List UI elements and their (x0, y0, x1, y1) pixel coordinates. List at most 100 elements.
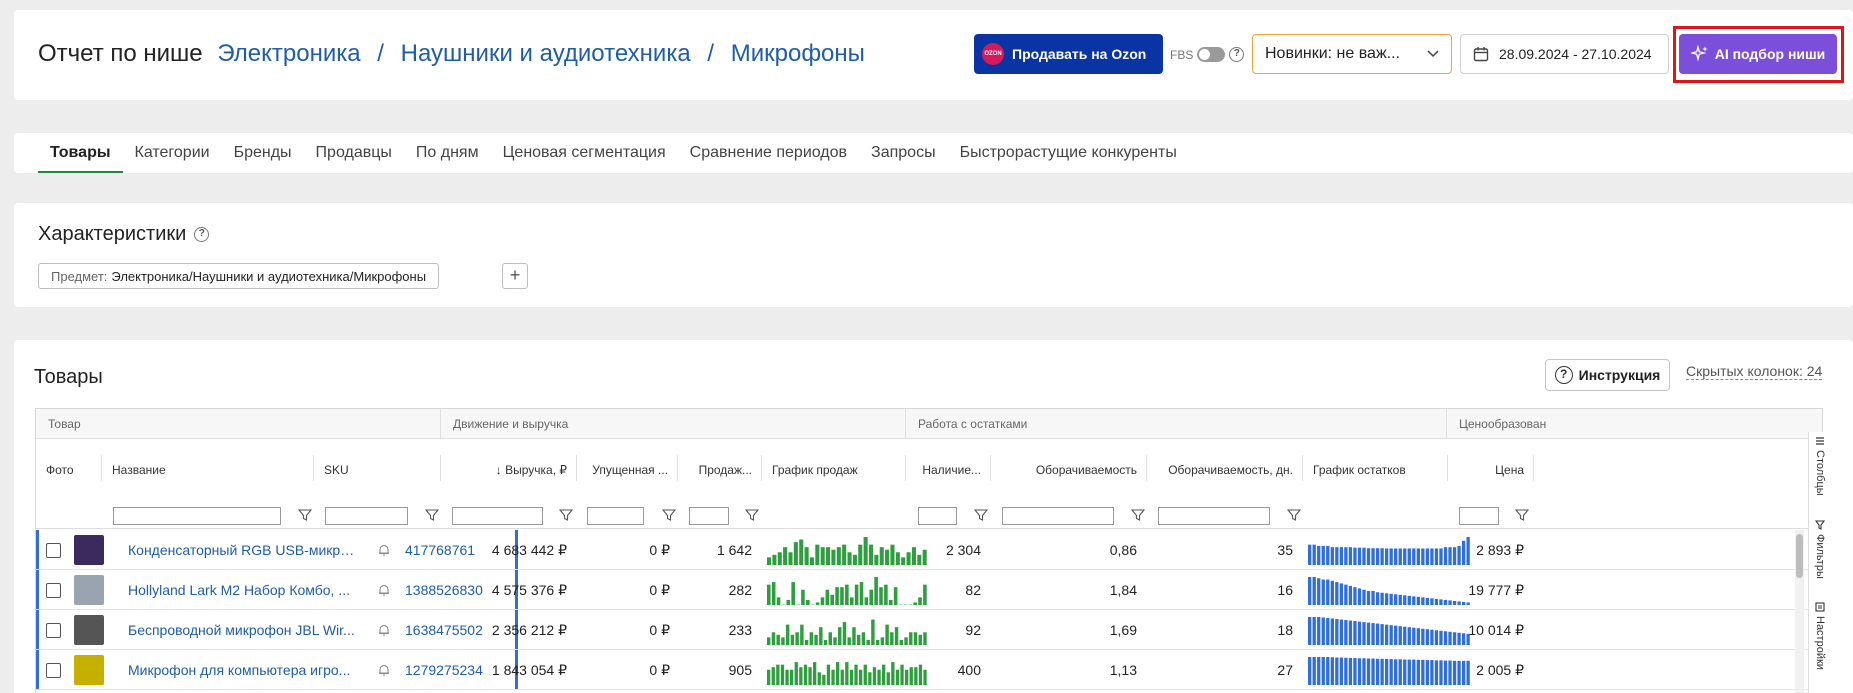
product-name-link[interactable]: Hollyland Lark M2 Набор Комбо, ... (128, 582, 358, 598)
bell-icon[interactable] (377, 583, 391, 597)
filter-chip-subject[interactable]: Предмет: Электроника/Наушники и аудиотех… (38, 263, 440, 289)
lost-revenue-value: 0 ₽ (649, 622, 670, 638)
instruction-button[interactable]: ? Инструкция (1545, 359, 1670, 391)
filter-icon[interactable] (1287, 508, 1301, 522)
scrollbar-thumb[interactable] (1796, 534, 1803, 578)
chart-bar (1403, 548, 1407, 565)
tab-5[interactable]: Ценовая сегментация (491, 133, 678, 173)
sku-link[interactable]: 1388526830 (405, 582, 483, 598)
chart-bar (771, 632, 776, 645)
column-filter-input[interactable] (1459, 507, 1499, 525)
tab-8[interactable]: Быстрорастущие конкуренты (948, 133, 1189, 173)
product-name-link[interactable]: Конденсаторный RGB USB-микро... (128, 542, 358, 558)
column-filter-input[interactable] (1002, 507, 1114, 525)
column-header[interactable]: График остатков (1303, 439, 1448, 501)
row-checkbox[interactable] (46, 543, 61, 558)
tab-7[interactable]: Запросы (859, 133, 948, 173)
product-photo[interactable] (74, 615, 104, 645)
product-name-link[interactable]: Микрофон для компьютера игро... (128, 662, 358, 678)
chart-bar (1362, 622, 1366, 645)
chart-bar (1308, 544, 1312, 565)
sell-on-ozon-button[interactable]: OZON Продавать на Ozon (974, 34, 1163, 74)
chart-bar (1425, 629, 1430, 645)
sku-link[interactable]: 417768761 (405, 542, 475, 558)
tab-4[interactable]: По дням (404, 133, 491, 173)
filter-icon[interactable] (298, 508, 312, 522)
chart-bar (1466, 602, 1470, 605)
filter-icon[interactable] (1131, 508, 1145, 522)
product-photo[interactable] (74, 575, 104, 605)
table-row[interactable]: Конденсаторный RGB USB-микро... 417768761… (36, 530, 1822, 570)
column-header[interactable]: Наличие... (906, 439, 991, 501)
table-row[interactable]: Микрофон для компьютера игро... 127927523… (36, 650, 1822, 690)
date-range-picker[interactable]: 28.09.2024 - 27.10.2024 (1460, 34, 1669, 74)
column-header[interactable]: Упущенная ... (577, 439, 678, 501)
chart-bar (1384, 548, 1389, 565)
row-checkbox[interactable] (46, 623, 61, 638)
breadcrumb-microphones[interactable]: Микрофоны (731, 40, 865, 67)
column-filter-input[interactable] (587, 507, 644, 525)
sku-link[interactable]: 1279275234 (405, 662, 483, 678)
chart-bar (918, 597, 922, 605)
chart-bar (814, 634, 818, 645)
column-header[interactable]: Оборачиваемость, дн. (1147, 439, 1303, 501)
tab-3[interactable]: Продавцы (304, 133, 404, 173)
chart-bar (825, 589, 830, 605)
column-filter-input[interactable] (689, 507, 729, 525)
tab-2[interactable]: Бренды (222, 133, 304, 173)
column-header[interactable]: Продаж... (678, 439, 762, 501)
filter-icon[interactable] (1515, 508, 1529, 522)
column-filter-input[interactable] (113, 507, 281, 525)
tab-6[interactable]: Сравнение периодов (678, 133, 859, 173)
filter-icon[interactable] (745, 508, 759, 522)
table-scrollbar[interactable] (1795, 530, 1804, 693)
add-characteristic-button[interactable]: + (502, 263, 528, 289)
tab-1[interactable]: Категории (123, 133, 222, 173)
bell-icon[interactable] (377, 623, 391, 637)
column-header[interactable]: Оборачиваемость (991, 439, 1147, 501)
breadcrumb-headphones[interactable]: Наушники и аудиотехника (401, 40, 691, 67)
row-checkbox[interactable] (46, 583, 61, 598)
chart-bar (845, 662, 849, 685)
help-icon[interactable]: ? (1229, 47, 1245, 62)
column-filter-input[interactable] (1158, 507, 1270, 525)
novelty-select[interactable]: Новинки: не важ... (1252, 34, 1452, 74)
filters-rail-button[interactable]: Фильтры (1809, 520, 1831, 579)
bell-icon[interactable] (377, 663, 391, 677)
product-name-link[interactable]: Беспроводной микрофон JBL Wir... (128, 622, 358, 638)
settings-rail-button[interactable]: Настройки (1809, 602, 1831, 670)
product-photo[interactable] (74, 535, 104, 565)
column-filter-input[interactable] (918, 507, 957, 525)
column-header[interactable]: Название (102, 439, 314, 501)
chart-bar (1317, 545, 1321, 565)
fbs-toggle[interactable] (1197, 47, 1226, 62)
help-icon[interactable]: ? (194, 227, 210, 242)
column-filter-input[interactable] (452, 507, 543, 525)
product-photo[interactable] (74, 655, 104, 685)
hidden-columns-link[interactable]: Скрытых колонок: 24 (1686, 363, 1823, 380)
columns-rail-button[interactable]: Столбцы (1809, 436, 1831, 496)
chart-bar (820, 597, 825, 605)
chart-bar (1461, 540, 1466, 565)
table-row[interactable]: Hollyland Lark M2 Набор Комбо, ... 138852… (36, 570, 1822, 610)
column-header[interactable]: ↓ Выручка, ₽ (441, 439, 577, 501)
sku-link[interactable]: 1638475502 (405, 622, 483, 638)
filter-icon[interactable] (425, 508, 439, 522)
ai-niche-button[interactable]: AI подбор ниши (1679, 34, 1837, 74)
table-row[interactable]: Беспроводной микрофон JBL Wir... 16384755… (36, 610, 1822, 650)
column-header[interactable]: График продаж (762, 439, 906, 501)
filter-icon[interactable] (974, 508, 988, 522)
bell-icon[interactable] (377, 543, 391, 557)
chart-bar (863, 537, 868, 565)
tab-0[interactable]: Товары (38, 133, 123, 173)
row-checkbox[interactable] (46, 663, 61, 678)
column-header[interactable]: SKU (314, 439, 441, 501)
filter-icon[interactable] (559, 508, 573, 522)
chart-bar (1425, 660, 1430, 685)
column-filter-input[interactable] (325, 507, 408, 525)
chart-bar (817, 672, 821, 685)
breadcrumb-electronics[interactable]: Электроника (217, 40, 360, 67)
filter-icon[interactable] (662, 508, 676, 522)
column-header[interactable]: Фото (36, 439, 102, 501)
column-header[interactable]: Цена (1447, 439, 1534, 501)
